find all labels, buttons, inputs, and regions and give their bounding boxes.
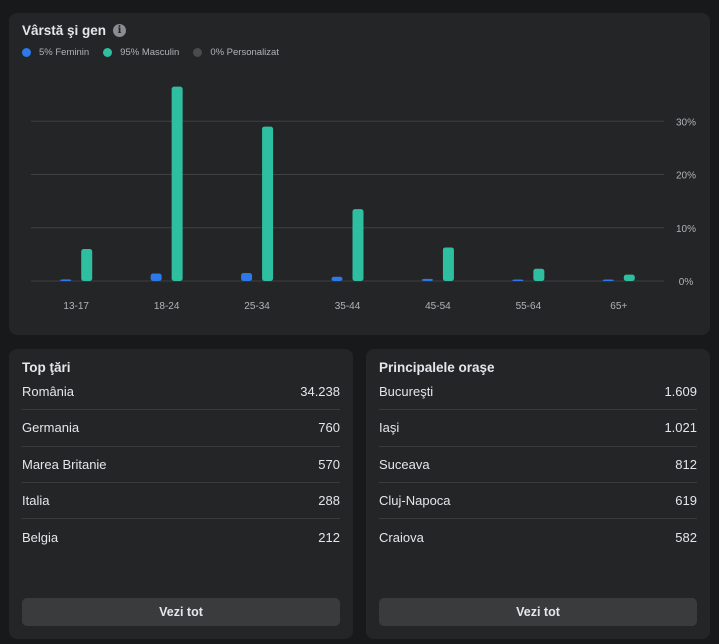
list-item: Belgia 212 bbox=[22, 519, 340, 555]
bar-masculin-13-17[interactable] bbox=[81, 249, 93, 281]
list-item: România 34.238 bbox=[22, 374, 340, 411]
y-tick-label: 20% bbox=[676, 171, 696, 182]
city-name: Suceava bbox=[379, 456, 430, 472]
city-name: Craiova bbox=[379, 529, 424, 545]
list-item: Germania 760 bbox=[22, 410, 340, 447]
y-tick-label: 30% bbox=[676, 117, 696, 128]
list-item: Cluj-Napoca 619 bbox=[379, 483, 697, 520]
list-item: Italia 288 bbox=[22, 483, 340, 520]
x-tick-label: 25-34 bbox=[244, 301, 270, 312]
top-countries-title: Top ţări bbox=[22, 360, 71, 375]
countries-list: România 34.238 Germania 760 Marea Britan… bbox=[22, 374, 340, 555]
x-tick-label: 45-54 bbox=[425, 301, 451, 312]
city-value: 619 bbox=[675, 493, 697, 509]
country-name: Italia bbox=[22, 493, 50, 509]
bar-masculin-45-54[interactable] bbox=[442, 247, 454, 281]
city-name: Bucureşti bbox=[379, 384, 434, 400]
city-value: 1.609 bbox=[664, 384, 697, 400]
x-tick-label: 18-24 bbox=[154, 301, 180, 312]
list-item: Iaşi 1.021 bbox=[379, 410, 697, 447]
x-tick-label: 65+ bbox=[610, 301, 627, 312]
bar-feminin-55-64[interactable] bbox=[512, 279, 524, 282]
bar-feminin-35-44[interactable] bbox=[331, 276, 343, 281]
city-name: Cluj-Napoca bbox=[379, 493, 451, 509]
see-all-countries-button[interactable]: Vezi tot bbox=[22, 598, 340, 626]
bar-feminin-18-24[interactable] bbox=[150, 273, 162, 281]
list-item: Marea Britanie 570 bbox=[22, 447, 340, 483]
age-gender-card: Vârstă şi gen i 5% Feminin 95% Masculin … bbox=[9, 13, 710, 335]
top-countries-card: Top ţări România 34.238 Germania 760 Mar… bbox=[9, 349, 353, 639]
country-name: Germania bbox=[22, 420, 80, 436]
city-name: Iaşi bbox=[379, 420, 400, 436]
country-name: România bbox=[22, 384, 75, 400]
cities-list: Bucureşti 1.609 Iaşi 1.021 Suceava 812 C… bbox=[379, 374, 697, 555]
bar-feminin-65+[interactable] bbox=[602, 279, 614, 282]
bar-feminin-13-17[interactable] bbox=[60, 279, 72, 281]
city-value: 812 bbox=[675, 456, 697, 472]
country-value: 288 bbox=[318, 493, 340, 509]
country-name: Marea Britanie bbox=[22, 456, 107, 472]
top-cities-title: Principalele oraşe bbox=[379, 360, 495, 375]
list-item: Suceava 812 bbox=[379, 447, 697, 483]
bar-feminin-25-34[interactable] bbox=[241, 273, 253, 281]
age-gender-bar-chart: 0% 10% 20% 30% 13-17 18-24 25-34 35-44 45-54 55-6… bbox=[31, 86, 696, 312]
top-cities-card: Principalele oraşe Bucureşti 1.609 Iaşi … bbox=[366, 349, 710, 639]
list-item: Bucureşti 1.609 bbox=[379, 374, 697, 411]
city-value: 1.021 bbox=[664, 420, 697, 436]
country-name: Belgia bbox=[22, 529, 59, 545]
list-item: Craiova 582 bbox=[379, 519, 697, 555]
x-tick-label: 13-17 bbox=[63, 301, 89, 312]
city-value: 582 bbox=[675, 529, 697, 545]
y-tick-label: 10% bbox=[676, 224, 696, 235]
bar-feminin-45-54[interactable] bbox=[421, 278, 433, 281]
bar-masculin-65+[interactable] bbox=[623, 274, 635, 281]
see-all-cities-button[interactable]: Vezi tot bbox=[379, 598, 697, 626]
bar-masculin-55-64[interactable] bbox=[533, 268, 545, 281]
country-value: 760 bbox=[318, 420, 340, 436]
bar-masculin-18-24[interactable] bbox=[171, 86, 183, 281]
country-value: 34.238 bbox=[300, 384, 340, 400]
country-value: 570 bbox=[318, 456, 340, 472]
bar-masculin-25-34[interactable] bbox=[262, 126, 274, 281]
y-tick-label: 0% bbox=[679, 277, 694, 288]
x-tick-label: 35-44 bbox=[335, 301, 361, 312]
bar-masculin-35-44[interactable] bbox=[352, 209, 364, 281]
x-tick-label: 55-64 bbox=[516, 301, 542, 312]
country-value: 212 bbox=[318, 529, 340, 545]
